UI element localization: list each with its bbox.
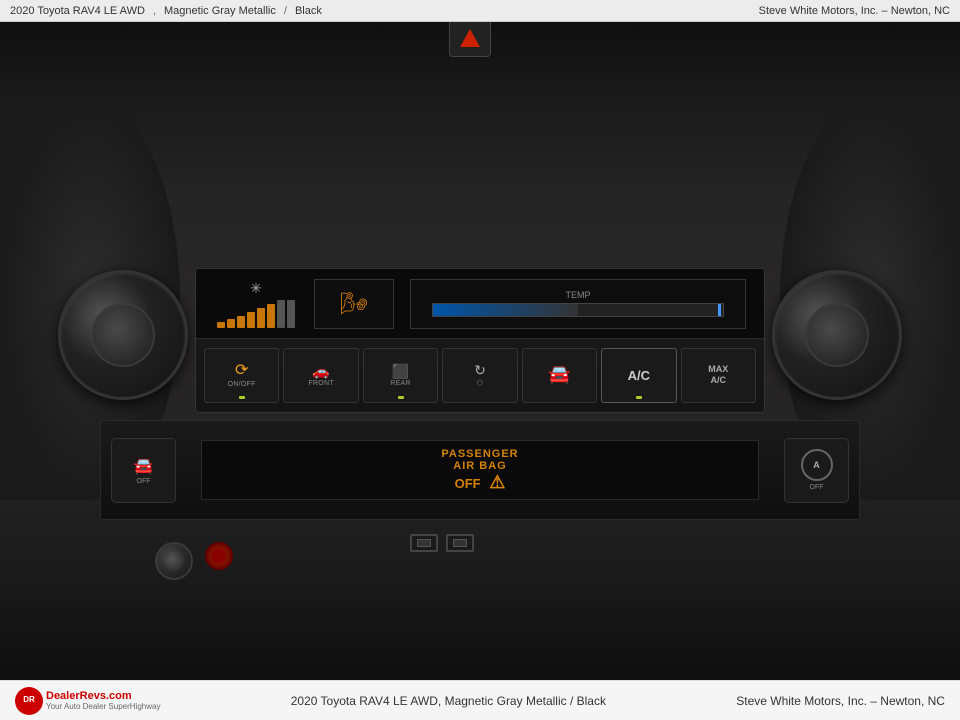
- hvac-btn-rear[interactable]: ⬛ REAR: [363, 348, 438, 403]
- front-defrost-icon: 🚗: [312, 364, 329, 378]
- auto-stop-off-label: OFF: [810, 484, 824, 491]
- mode-icon: 🚘: [548, 365, 570, 383]
- gear-buttons: [155, 542, 233, 580]
- lower-console: 🚘 OFF PASSENGER AIR BAG OFF ⚠ A OFF: [100, 420, 860, 520]
- traction-control-btn[interactable]: 🚘 OFF: [111, 438, 176, 503]
- color1: Magnetic Gray Metallic: [164, 5, 276, 17]
- auto-stop-icon: A: [801, 449, 833, 481]
- photo-container: 2020 Toyota RAV4 LE AWD , Magnetic Gray …: [0, 0, 960, 680]
- rear-indicator: [398, 396, 404, 399]
- gear-btn-2-inner: [212, 549, 226, 563]
- recirc-label: ⬡: [477, 379, 483, 387]
- dealer-info-left: DR DealerRevs.com Your Auto Dealer Super…: [15, 687, 160, 715]
- gear-btn-1-inner: [164, 551, 184, 571]
- dealer-title: Steve White Motors, Inc. – Newton, NC: [759, 5, 950, 17]
- hvac-btn-ac[interactable]: A/C: [601, 348, 676, 403]
- usb-port-1[interactable]: [410, 534, 438, 552]
- hvac-btn-on-off[interactable]: ⟳ ON/OFF: [204, 348, 279, 403]
- car-info-center: 2020 Toyota RAV4 LE AWD, Magnetic Gray M…: [291, 694, 606, 708]
- dealer-contact-right: Steve White Motors, Inc. – Newton, NC: [736, 694, 945, 708]
- fan-bar-5: [257, 308, 265, 328]
- rear-label: REAR: [390, 380, 411, 387]
- fan-bar-6: [267, 304, 275, 328]
- airbag-line2: AIR BAG: [441, 460, 518, 472]
- logo-circle: DR: [15, 687, 43, 715]
- color2: Black: [295, 5, 322, 17]
- airflow-mode-display: 🌬: [314, 279, 394, 329]
- fan-bar-3: [237, 316, 245, 328]
- temp-indicator: [718, 304, 721, 316]
- auto-stop-btn[interactable]: A OFF: [784, 438, 849, 503]
- gear-btn-1[interactable]: [155, 542, 193, 580]
- auto-stop-label: A: [813, 460, 820, 470]
- dealer-text-block: DealerRevs.com Your Auto Dealer SuperHig…: [46, 690, 160, 711]
- temp-bar-cool: [433, 304, 578, 316]
- max-ac-icon: MAXA/C: [708, 364, 728, 386]
- hazard-button[interactable]: [449, 19, 491, 57]
- fan-bars: [217, 300, 295, 328]
- title-sep1: ,: [153, 5, 156, 17]
- traction-icon: 🚘: [134, 456, 154, 476]
- right-knob[interactable]: [772, 270, 902, 400]
- fan-bar-7: [277, 300, 285, 328]
- title-sep2: /: [284, 5, 287, 17]
- temp-label: TEMP: [565, 290, 590, 300]
- on-off-icon: ⟳: [235, 363, 248, 379]
- logo-text: DR: [23, 696, 35, 705]
- dealer-name: DealerRevs.com: [46, 690, 160, 702]
- hvac-btn-recirc[interactable]: ↻ ⬡: [442, 348, 517, 403]
- usb-port-1-slot: [417, 539, 431, 547]
- hazard-icon: [460, 29, 480, 47]
- fan-speed-display: ✳: [206, 275, 306, 333]
- airbag-warning-icon: ⚠: [489, 472, 505, 492]
- fan-bar-8: [287, 300, 295, 328]
- hvac-panel: ✳ 🌬 TEMP: [195, 268, 765, 413]
- hvac-btn-mode[interactable]: 🚘: [522, 348, 597, 403]
- airflow-icon: 🌬: [340, 291, 368, 317]
- gear-btn-2[interactable]: [205, 542, 233, 570]
- car-title: 2020 Toyota RAV4 LE AWD: [10, 5, 145, 17]
- fan-icon: ✳: [250, 280, 262, 297]
- on-off-label: ON/OFF: [228, 381, 256, 388]
- hvac-btn-front[interactable]: 🚗 FRONT: [283, 348, 358, 403]
- usb-ports-area: [410, 534, 474, 552]
- ac-icon: A/C: [628, 369, 650, 382]
- traction-label: OFF: [137, 478, 151, 485]
- ac-indicator: [636, 396, 642, 399]
- on-off-indicator: [239, 396, 245, 399]
- fan-bar-1: [217, 322, 225, 328]
- temp-bar-outer: [432, 303, 724, 317]
- dealer-tagline: Your Auto Dealer SuperHighway: [46, 702, 160, 711]
- recirc-icon: ↻: [474, 363, 486, 377]
- title-bar: 2020 Toyota RAV4 LE AWD , Magnetic Gray …: [0, 0, 960, 22]
- rear-defrost-icon: ⬛: [392, 364, 409, 378]
- hvac-btn-max-ac[interactable]: MAXA/C: [681, 348, 756, 403]
- hvac-buttons-row: ⟳ ON/OFF 🚗 FRONT ⬛ REAR ↻ ⬡ 🚘: [196, 339, 764, 411]
- fan-bar-2: [227, 319, 235, 328]
- airbag-display: PASSENGER AIR BAG OFF ⚠: [201, 440, 759, 500]
- info-bar: DR DealerRevs.com Your Auto Dealer Super…: [0, 680, 960, 720]
- hvac-display-row: ✳ 🌬 TEMP: [196, 269, 764, 339]
- airbag-status: OFF ⚠: [441, 472, 518, 493]
- usb-port-2[interactable]: [446, 534, 474, 552]
- usb-port-2-slot: [453, 539, 467, 547]
- fan-bar-4: [247, 312, 255, 328]
- front-label: FRONT: [308, 380, 334, 387]
- dealer-logo: DR DealerRevs.com Your Auto Dealer Super…: [15, 687, 160, 715]
- left-knob[interactable]: [58, 270, 188, 400]
- temp-display: TEMP: [410, 279, 746, 329]
- airbag-line1: PASSENGER: [441, 448, 518, 460]
- airbag-info: PASSENGER AIR BAG OFF ⚠: [441, 448, 518, 493]
